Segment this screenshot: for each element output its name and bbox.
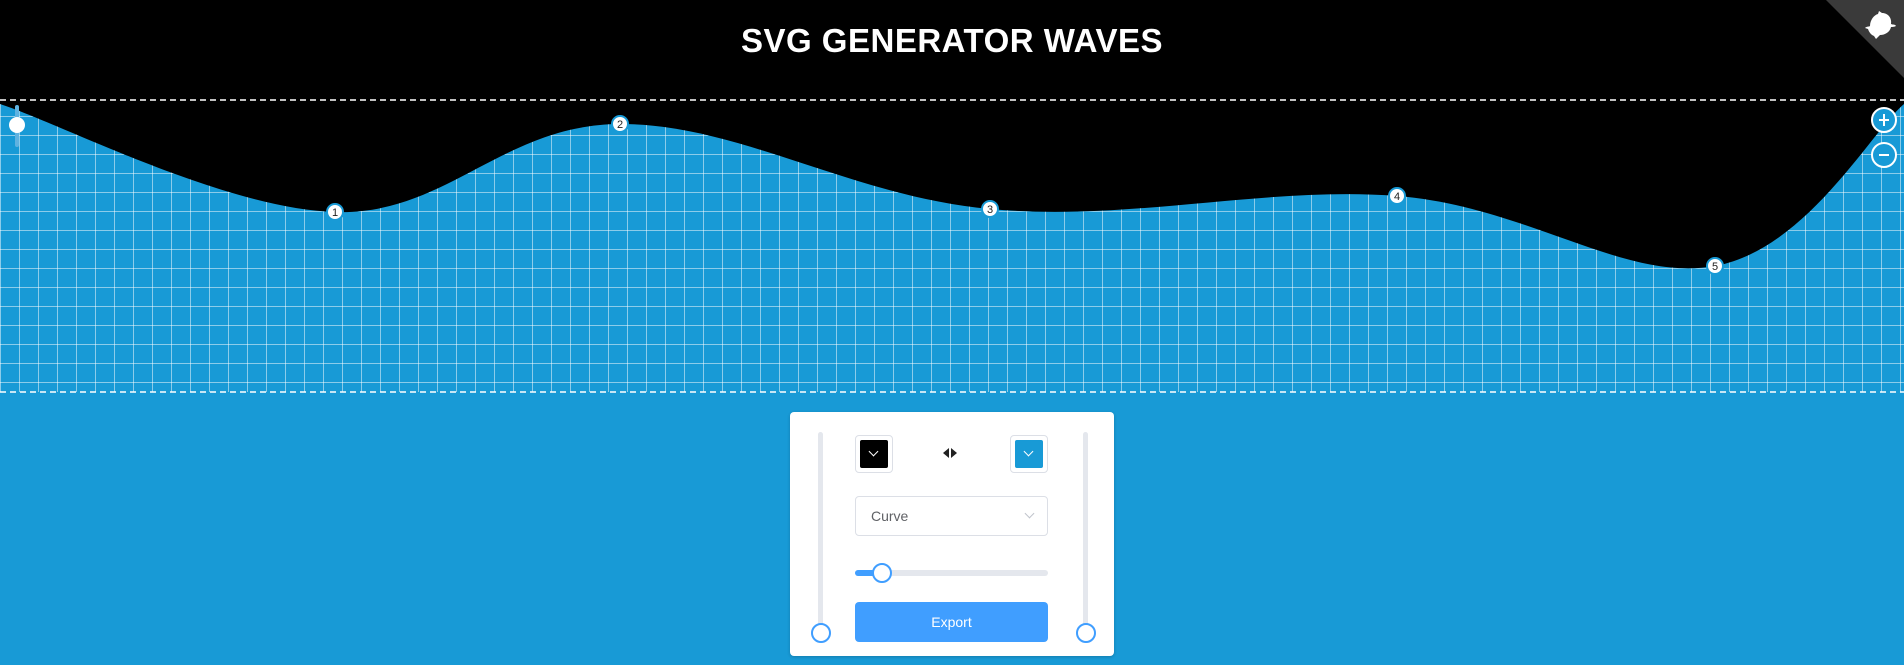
bottom-color-swatch bbox=[1015, 440, 1043, 468]
wave-point-handle[interactable]: 2 bbox=[611, 115, 629, 133]
right-slider-knob[interactable] bbox=[1076, 623, 1096, 643]
chevron-down-icon bbox=[868, 446, 879, 457]
plus-icon[interactable] bbox=[1871, 107, 1897, 133]
right-slider-track bbox=[1083, 432, 1088, 632]
controls-panel: Curve Export bbox=[790, 412, 1114, 656]
wave-point-label: 4 bbox=[1394, 191, 1400, 203]
amplitude-mini-slider[interactable] bbox=[9, 105, 25, 147]
wave-point-label: 2 bbox=[617, 119, 623, 131]
top-color-picker[interactable] bbox=[855, 435, 893, 473]
wave-point-handle[interactable]: 5 bbox=[1706, 257, 1724, 275]
chevron-down-icon bbox=[1023, 446, 1034, 457]
curve-type-select[interactable]: Curve bbox=[855, 496, 1048, 536]
swap-arrows-icon[interactable] bbox=[943, 448, 957, 458]
github-octocat-icon[interactable] bbox=[1862, 8, 1898, 44]
chevron-down-icon bbox=[1024, 508, 1035, 519]
wave-point-handle[interactable]: 4 bbox=[1388, 187, 1406, 205]
left-slider-track bbox=[818, 432, 823, 632]
wave-point-handle[interactable]: 3 bbox=[981, 200, 999, 218]
right-vertical-slider[interactable] bbox=[1076, 432, 1096, 650]
wave-point-label: 3 bbox=[987, 204, 993, 216]
smoothness-slider[interactable] bbox=[855, 563, 1048, 583]
export-button[interactable]: Export bbox=[855, 602, 1048, 642]
minus-icon[interactable] bbox=[1871, 142, 1897, 168]
bottom-color-picker[interactable] bbox=[1010, 435, 1048, 473]
top-color-swatch bbox=[860, 440, 888, 468]
wave-point-handle[interactable]: 1 bbox=[326, 203, 344, 221]
left-vertical-slider[interactable] bbox=[811, 432, 831, 650]
left-slider-knob[interactable] bbox=[811, 623, 831, 643]
mini-slider-knob[interactable] bbox=[9, 117, 25, 133]
curve-type-value: Curve bbox=[871, 508, 909, 524]
wave-point-label: 1 bbox=[332, 207, 338, 219]
smoothness-knob[interactable] bbox=[872, 563, 893, 583]
wave-point-label: 5 bbox=[1712, 261, 1718, 273]
